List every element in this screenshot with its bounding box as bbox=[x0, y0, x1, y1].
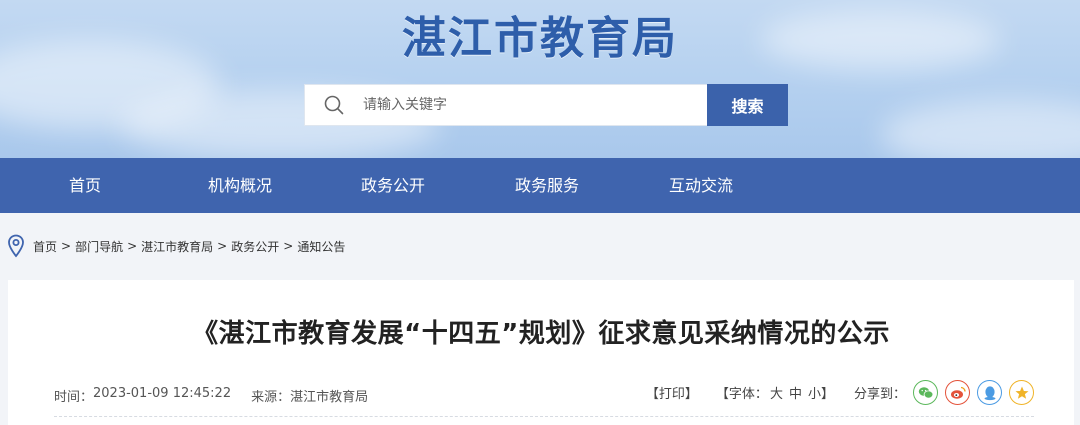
nav-item-home[interactable]: 首页 bbox=[40, 158, 130, 213]
weibo-icon[interactable] bbox=[945, 380, 970, 405]
breadcrumb-home[interactable]: 首页 bbox=[33, 238, 57, 255]
font-size-large-button[interactable]: 大 bbox=[770, 383, 783, 402]
header-banner: 湛江市教育局 搜索 bbox=[0, 0, 1080, 158]
article-divider bbox=[54, 416, 1034, 417]
nav-item-government-affairs[interactable]: 政务公开 bbox=[343, 158, 443, 213]
nav-item-organization[interactable]: 机构概况 bbox=[190, 158, 290, 213]
breadcrumb-department-nav[interactable]: 部门导航 bbox=[75, 238, 123, 255]
publish-time-value: 2023-01-09 12:45:22 bbox=[93, 386, 232, 401]
nav-item-interaction[interactable]: 互动交流 bbox=[651, 158, 751, 213]
breadcrumb-separator: > bbox=[61, 239, 72, 253]
font-size-label: 【字体： bbox=[715, 387, 768, 402]
qq-icon[interactable] bbox=[977, 380, 1002, 405]
font-size-medium-button[interactable]: 中 bbox=[789, 383, 802, 402]
search-icon bbox=[323, 94, 345, 116]
search-button[interactable]: 搜索 bbox=[707, 84, 788, 126]
banner-cloud bbox=[880, 100, 1080, 158]
breadcrumb-bar: 首页 > 部门导航 > 湛江市教育局 > 政务公开 > 通知公告 bbox=[0, 213, 1080, 279]
breadcrumb-separator: > bbox=[283, 239, 294, 253]
search-input[interactable] bbox=[363, 85, 693, 125]
wechat-icon[interactable] bbox=[913, 380, 938, 405]
qzone-icon[interactable] bbox=[1009, 380, 1034, 405]
main-nav: 首页 机构概况 政务公开 政务服务 互动交流 bbox=[0, 158, 1080, 213]
location-pin-icon bbox=[7, 234, 25, 258]
publish-time-label: 时间： bbox=[54, 390, 94, 405]
breadcrumb-separator: > bbox=[217, 239, 228, 253]
print-button[interactable]: 【打印】 bbox=[646, 383, 698, 402]
breadcrumb-notices[interactable]: 通知公告 bbox=[297, 238, 345, 255]
nav-item-government-services[interactable]: 政务服务 bbox=[497, 158, 597, 213]
site-title: 湛江市教育局 bbox=[402, 13, 678, 64]
article-title: 《湛江市教育发展“十四五”规划》征求意见采纳情况的公示 bbox=[192, 319, 890, 349]
article-panel: 《湛江市教育发展“十四五”规划》征求意见采纳情况的公示 时间： 2023-01-… bbox=[8, 280, 1074, 425]
font-size-small-button[interactable]: 小】 bbox=[808, 383, 834, 402]
breadcrumb-education-bureau[interactable]: 湛江市教育局 bbox=[141, 238, 213, 255]
article-tools: 【打印】 【字体： 大 中 小】 分享到： bbox=[636, 380, 1034, 405]
breadcrumb-separator: > bbox=[127, 239, 138, 253]
article-meta: 时间： 2023-01-09 12:45:22 来源： 湛江市教育局 bbox=[54, 386, 368, 405]
breadcrumb: 首页 > 部门导航 > 湛江市教育局 > 政务公开 > 通知公告 bbox=[33, 238, 345, 255]
share-label: 分享到： bbox=[853, 387, 906, 402]
source-label: 来源： bbox=[251, 390, 291, 405]
search-box bbox=[304, 84, 708, 126]
breadcrumb-government-affairs[interactable]: 政务公开 bbox=[231, 238, 279, 255]
source-value: 湛江市教育局 bbox=[290, 390, 369, 405]
